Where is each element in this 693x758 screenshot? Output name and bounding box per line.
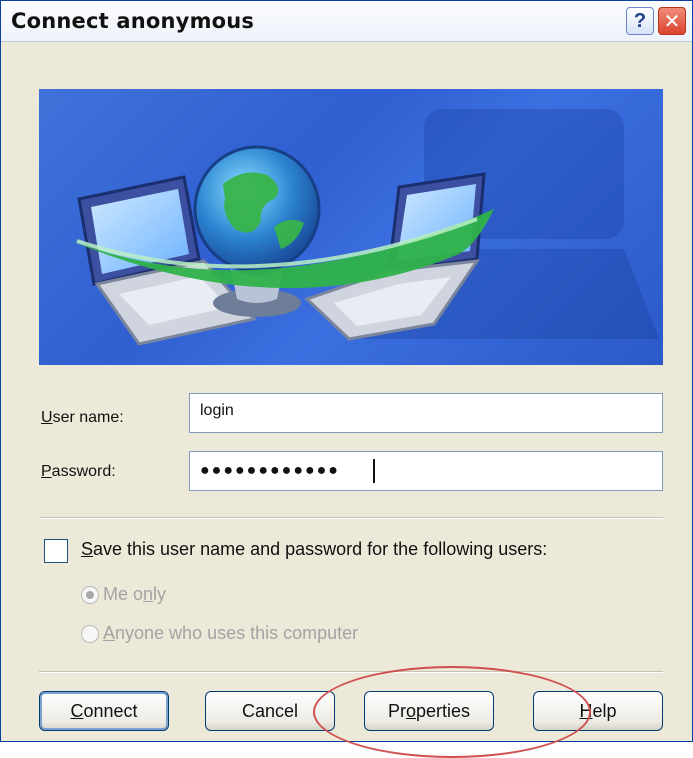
username-label: User name: <box>41 409 124 426</box>
separator-bottom <box>39 671 663 673</box>
password-label: Password: <box>41 463 116 480</box>
anyone-radio[interactable] <box>81 625 99 643</box>
me-only-label[interactable]: Me only <box>103 584 166 605</box>
save-credentials-checkbox[interactable] <box>44 539 68 563</box>
close-button[interactable]: ✕ <box>658 7 686 35</box>
me-only-radio[interactable] <box>81 586 99 604</box>
help-title-button[interactable]: ? <box>626 7 654 35</box>
save-credentials-label[interactable]: Save this user name and password for the… <box>81 539 547 560</box>
connect-button[interactable]: Connect <box>39 691 169 731</box>
window-title: Connect anonymous <box>11 9 255 33</box>
network-banner-image <box>39 89 663 365</box>
password-input[interactable]: ●●●●●●●●●●●● <box>189 451 663 491</box>
title-bar[interactable]: Connect anonymous ? ✕ <box>1 1 692 42</box>
anyone-label[interactable]: Anyone who uses this computer <box>103 623 358 644</box>
separator <box>39 517 663 519</box>
username-input[interactable]: login <box>189 393 663 433</box>
text-caret <box>373 459 375 483</box>
connect-illustration <box>67 109 659 346</box>
annotation-highlight-ellipse <box>313 666 591 758</box>
connect-dialog: Connect anonymous ? ✕ User name: login P… <box>0 0 693 758</box>
radio-selected-dot <box>86 591 94 599</box>
